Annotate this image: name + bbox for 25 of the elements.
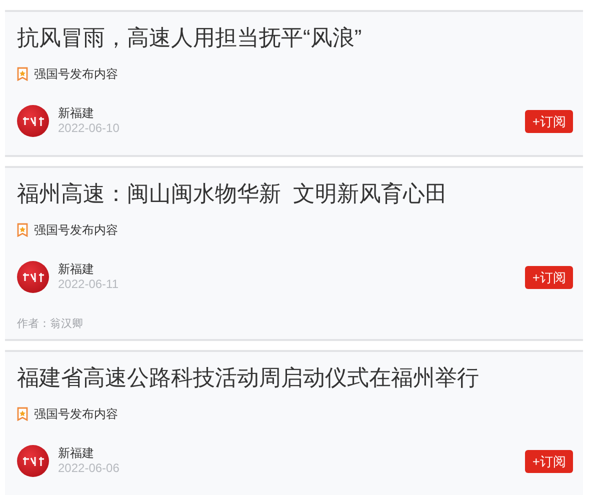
channel-name[interactable]: 新福建 <box>58 262 118 277</box>
article-title[interactable]: 抗风冒雨，高速人用担当抚平“风浪” <box>17 24 571 52</box>
avatar-icon[interactable] <box>17 445 49 477</box>
publish-date: 2022-06-10 <box>58 121 120 136</box>
author-byline: 作者：翁汉卿 <box>17 317 84 331</box>
source-label: 强国号发布内容 <box>34 222 118 239</box>
avatar-icon[interactable] <box>17 105 49 137</box>
article-card[interactable]: 抗风冒雨，高速人用担当抚平“风浪” 强国号发布内容 新福建 2022-06-10 +订阅 <box>5 10 583 157</box>
source-label: 强国号发布内容 <box>34 406 118 423</box>
publish-date: 2022-06-06 <box>58 461 120 476</box>
source-label: 强国号发布内容 <box>34 66 118 83</box>
bookmark-star-icon <box>17 223 28 237</box>
avatar-icon[interactable] <box>17 261 49 293</box>
subscribe-button[interactable]: +订阅 <box>525 266 573 288</box>
article-title[interactable]: 福建省高速公路科技活动周启动仪式在福州举行 <box>17 364 571 392</box>
article-title[interactable]: 福州高速：闽山闽水物华新 文明新风育心田 <box>17 180 571 208</box>
channel-name[interactable]: 新福建 <box>58 446 120 461</box>
publish-date: 2022-06-11 <box>58 277 118 292</box>
article-card[interactable]: 福建省高速公路科技活动周启动仪式在福州举行 强国号发布内容 新福建 2022-06-06 +订阅 <box>5 350 583 495</box>
bookmark-star-icon <box>17 67 28 81</box>
article-card[interactable]: 福州高速：闽山闽水物华新 文明新风育心田 强国号发布内容 新福建 2022-06-11 +订阅 作者：翁汉卿 <box>5 166 583 341</box>
subscribe-button[interactable]: +订阅 <box>525 450 573 472</box>
subscribe-button[interactable]: +订阅 <box>525 110 573 132</box>
bookmark-star-icon <box>17 407 28 421</box>
channel-name[interactable]: 新福建 <box>58 106 120 121</box>
